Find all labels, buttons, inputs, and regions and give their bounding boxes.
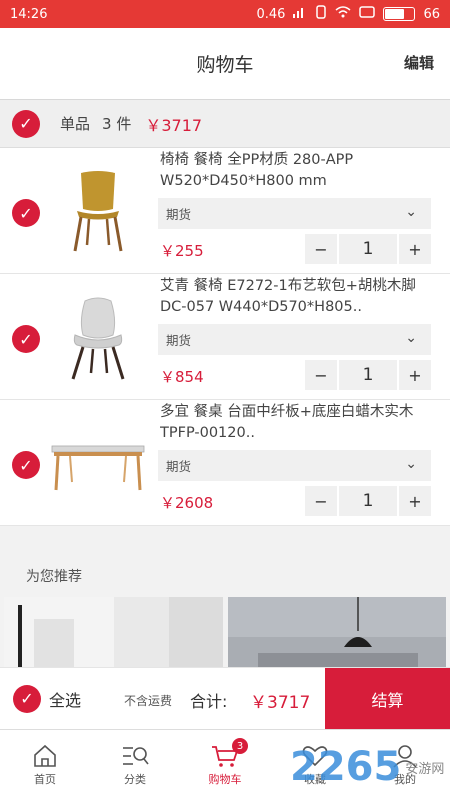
checkout-bar: ✓ 全选 不含运费 合计: ￥3717 结算 (0, 667, 450, 730)
quantity-value[interactable]: 1 (339, 360, 397, 390)
battery-icon (383, 7, 416, 21)
cart-badge: 3 (232, 738, 248, 754)
tab-label: 分类 (124, 773, 146, 786)
recommend-card[interactable] (4, 597, 223, 667)
decrease-button[interactable]: − (305, 486, 337, 516)
decrease-button[interactable]: − (305, 234, 337, 264)
status-bar: 14:26 0.46 66 (0, 0, 450, 28)
recommend-image-lamp (228, 597, 446, 667)
watermark-text: 安游网 (405, 761, 445, 777)
product-image-chair-grey[interactable] (45, 290, 150, 385)
tab-category[interactable]: 分类 (90, 730, 180, 800)
chevron-down-icon: ⌄ (405, 456, 417, 472)
item-spec-value: 期货 (166, 459, 192, 474)
decrease-button[interactable]: − (305, 360, 337, 390)
screen-icon (359, 6, 376, 22)
watermark-number: 2265 (290, 744, 402, 790)
item-price: ￥255 (160, 242, 204, 260)
chevron-down-icon: ⌄ (405, 204, 417, 220)
tab-home[interactable]: 首页 (0, 730, 90, 800)
item-check-icon[interactable]: ✓ (12, 199, 40, 227)
watermark-logo: 2265 安游网 (290, 744, 444, 790)
tab-cart[interactable]: 3 购物车 (180, 730, 270, 800)
item-title[interactable]: 艾青 餐椅 E7272-1布艺软包+胡桃木脚 DC-057 W440*D570*… (160, 276, 432, 320)
quantity-value[interactable]: 1 (339, 234, 397, 264)
item-spec-select[interactable]: 期货 ⌄ (158, 324, 431, 355)
recommend-image-room (4, 597, 223, 667)
product-image-table[interactable] (45, 416, 150, 511)
product-image-chair-yellow[interactable] (45, 164, 150, 259)
item-spec-select[interactable]: 期货 ⌄ (158, 198, 431, 229)
total-label: 合计: (190, 692, 228, 711)
increase-button[interactable]: + (399, 486, 431, 516)
item-spec-value: 期货 (166, 333, 192, 348)
select-all-check-icon[interactable]: ✓ (13, 684, 41, 713)
home-icon (34, 744, 56, 767)
item-spec-value: 期货 (166, 207, 192, 222)
chevron-down-icon: ⌄ (405, 330, 417, 346)
item-check-icon[interactable]: ✓ (12, 451, 40, 479)
summary-label: 单品 (60, 115, 91, 133)
quantity-value[interactable]: 1 (339, 486, 397, 516)
quantity-stepper: − 1 + (305, 234, 431, 264)
cart-summary: ✓ 单品 3 件 ￥3717 (0, 100, 450, 148)
item-price: ￥854 (160, 368, 204, 386)
quantity-stepper: − 1 + (305, 360, 431, 390)
vibrate-icon (315, 5, 327, 23)
status-time: 14:26 (10, 6, 48, 22)
signal-icon (293, 6, 307, 22)
quantity-stepper: − 1 + (305, 486, 431, 516)
item-title[interactable]: 多宜 餐桌 台面中纤板+底座白蜡木实木 TPFP-00120.. (160, 402, 432, 446)
item-price: ￥2608 (160, 494, 214, 512)
increase-button[interactable]: + (399, 234, 431, 264)
nav-bar: 购物车 编辑 (0, 28, 450, 100)
wifi-icon (335, 6, 351, 22)
cart-item: ✓ 多宜 餐桌 台面中纤板+底座白蜡木实木 TPFP-00120.. 期货 ⌄ … (0, 400, 450, 526)
summary-check-icon[interactable]: ✓ (12, 109, 40, 138)
shipping-note: 不含运费 (124, 694, 173, 708)
total-amount: ￥3717 (250, 693, 311, 713)
cart-item: ✓ 椅椅 餐椅 全PP材质 280-APP W520*D450*H800 mm … (0, 148, 450, 274)
network-speed: 0.46 (256, 6, 286, 22)
cart-item-list: ✓ 椅椅 餐椅 全PP材质 280-APP W520*D450*H800 mm … (0, 148, 450, 526)
summary-total: ￥3717 (145, 115, 203, 135)
recommend-title: 为您推荐 (0, 556, 450, 596)
category-search-icon (123, 747, 149, 765)
battery-level (385, 9, 404, 19)
page-title: 购物车 (196, 54, 254, 76)
item-check-icon[interactable]: ✓ (12, 325, 40, 353)
item-title[interactable]: 椅椅 餐椅 全PP材质 280-APP W520*D450*H800 mm (160, 150, 432, 194)
tab-label: 购物车 (208, 773, 242, 786)
recommend-card[interactable] (228, 597, 446, 667)
cart-item: ✓ 艾青 餐椅 E7272-1布艺软包+胡桃木脚 DC-057 W440*D57… (0, 274, 450, 400)
item-spec-select[interactable]: 期货 ⌄ (158, 450, 431, 481)
tab-label: 首页 (34, 773, 56, 786)
battery-percent: 66 (423, 6, 440, 22)
select-all-label[interactable]: 全选 (49, 687, 81, 711)
edit-button[interactable]: 编辑 (404, 52, 434, 73)
status-icons: 0.46 66 (256, 5, 440, 23)
settle-button[interactable]: 结算 (325, 668, 450, 730)
increase-button[interactable]: + (399, 360, 431, 390)
summary-count: 3 件 (102, 115, 132, 133)
